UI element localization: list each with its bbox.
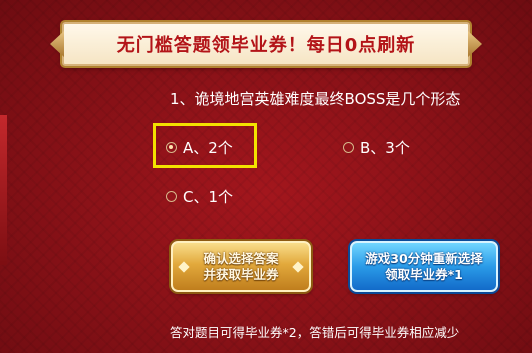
reselect-button[interactable]: 游戏30分钟重新选择 领取毕业券*1 (350, 241, 498, 292)
side-decoration (0, 115, 7, 265)
banner-title: 无门槛答题领毕业券！每日0点刷新 (116, 35, 416, 56)
confirm-answer-button[interactable]: 确认选择答案 并获取毕业券 (171, 241, 311, 292)
radio-selected-icon[interactable] (166, 142, 177, 153)
confirm-button-line2: 并获取毕业券 (203, 266, 279, 282)
question-text: 1、诡境地宫英雄难度最终BOSS是几个形态 (170, 90, 461, 108)
banner-left-cap (50, 31, 64, 57)
radio-icon[interactable] (343, 142, 354, 153)
radio-icon[interactable] (166, 191, 177, 202)
header-banner: 无门槛答题领毕业券！每日0点刷新 (50, 22, 482, 66)
quiz-panel: 无门槛答题领毕业券！每日0点刷新 1、诡境地宫英雄难度最终BOSS是几个形态 A… (0, 0, 532, 353)
option-b-label: B、3个 (360, 139, 410, 157)
confirm-button-line1: 确认选择答案 (203, 250, 279, 266)
option-a-label: A、2个 (183, 139, 233, 157)
reselect-button-line1: 游戏30分钟重新选择 (365, 250, 483, 266)
option-a[interactable]: A、2个 (166, 137, 233, 158)
reward-footnote: 答对题目可得毕业券*2，答错后可得毕业券相应减少 (170, 325, 460, 340)
option-c[interactable]: C、1个 (166, 186, 233, 207)
option-b[interactable]: B、3个 (343, 137, 410, 158)
reselect-button-line2: 领取毕业券*1 (385, 266, 463, 282)
banner-right-cap (468, 31, 482, 57)
option-c-label: C、1个 (183, 188, 234, 206)
